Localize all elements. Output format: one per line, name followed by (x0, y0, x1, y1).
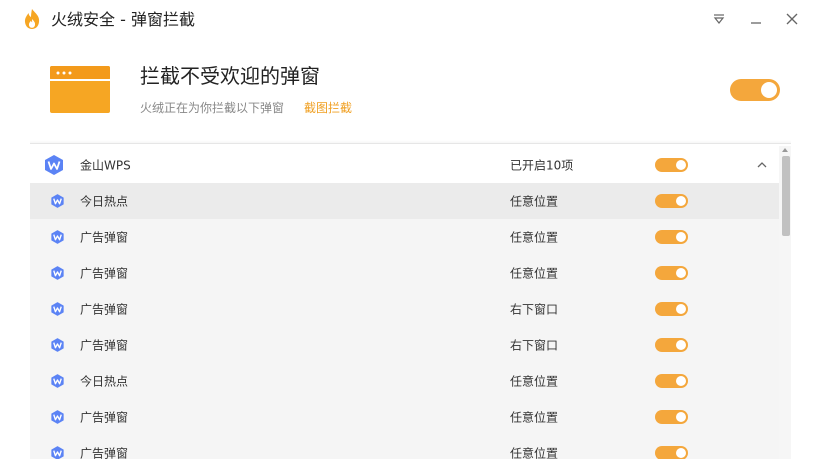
item-name: 广告弹窗 (80, 302, 129, 317)
window-title: 火绒安全 - 弹窗拦截 (51, 10, 195, 29)
list-item[interactable]: 广告弹窗 右下窗口 (30, 291, 779, 327)
page-title: 拦截不受欢迎的弹窗 (140, 64, 320, 88)
wps-icon (51, 410, 64, 424)
wps-icon (51, 266, 64, 280)
list-item[interactable]: 广告弹窗 任意位置 (30, 435, 779, 459)
item-name: 广告弹窗 (80, 446, 129, 459)
dropdown-menu-icon[interactable] (709, 9, 729, 29)
list-item[interactable]: 广告弹窗 任意位置 (30, 255, 779, 291)
item-position: 任意位置 (510, 266, 559, 281)
item-toggle[interactable] (655, 230, 688, 244)
item-position: 任意位置 (510, 194, 559, 209)
item-name: 广告弹窗 (80, 338, 129, 353)
group-status: 已开启10项 (510, 158, 574, 173)
wps-icon (51, 302, 64, 316)
item-position: 任意位置 (510, 230, 559, 245)
item-toggle[interactable] (655, 266, 688, 280)
group-name: 金山WPS (80, 158, 131, 173)
item-position: 任意位置 (510, 374, 559, 389)
item-name: 广告弹窗 (80, 410, 129, 425)
scrollbar-thumb[interactable] (782, 156, 790, 236)
item-name: 广告弹窗 (80, 230, 129, 245)
wps-icon (51, 230, 64, 244)
item-position: 右下窗口 (510, 302, 559, 317)
item-toggle[interactable] (655, 338, 688, 352)
popup-list: 金山WPS 已开启10项 今日热点 任意位置 广告弹窗 任意位置 广告弹窗 任意位置 广告弹… (30, 143, 791, 459)
item-toggle[interactable] (655, 410, 688, 424)
wps-icon (51, 194, 64, 208)
item-position: 任意位置 (510, 410, 559, 425)
wps-icon (51, 446, 64, 459)
item-name: 今日热点 (80, 194, 129, 209)
list-item[interactable]: 广告弹窗 任意位置 (30, 399, 779, 435)
wps-icon (51, 338, 64, 352)
screenshot-block-link[interactable]: 截图拦截 (304, 100, 352, 116)
list-item[interactable]: 广告弹窗 任意位置 (30, 219, 779, 255)
wps-icon (45, 155, 63, 175)
item-name: 广告弹窗 (80, 266, 129, 281)
item-name: 今日热点 (80, 374, 129, 389)
item-position: 右下窗口 (510, 338, 559, 353)
huorong-flame-logo (24, 9, 40, 29)
item-toggle[interactable] (655, 194, 688, 208)
popup-window-illustration (50, 66, 110, 113)
item-position: 任意位置 (510, 446, 559, 459)
list-item[interactable]: 广告弹窗 右下窗口 (30, 327, 779, 363)
item-toggle[interactable] (655, 446, 688, 459)
wps-icon (51, 374, 64, 388)
list-item[interactable]: 今日热点 任意位置 (30, 363, 779, 399)
scroll-up-arrow-icon[interactable] (781, 147, 789, 153)
minimize-icon[interactable] (746, 9, 766, 29)
master-toggle[interactable] (730, 79, 780, 101)
chevron-up-icon[interactable] (755, 158, 769, 172)
item-toggle[interactable] (655, 302, 688, 316)
group-toggle[interactable] (655, 158, 688, 172)
item-toggle[interactable] (655, 374, 688, 388)
close-icon[interactable] (782, 9, 802, 29)
page-description: 火绒正在为你拦截以下弹窗 (140, 101, 285, 115)
title-bar: 火绒安全 - 弹窗拦截 (0, 0, 820, 40)
list-item[interactable]: 今日热点 任意位置 (30, 183, 779, 219)
group-row-wps[interactable]: 金山WPS 已开启10项 (30, 147, 779, 183)
